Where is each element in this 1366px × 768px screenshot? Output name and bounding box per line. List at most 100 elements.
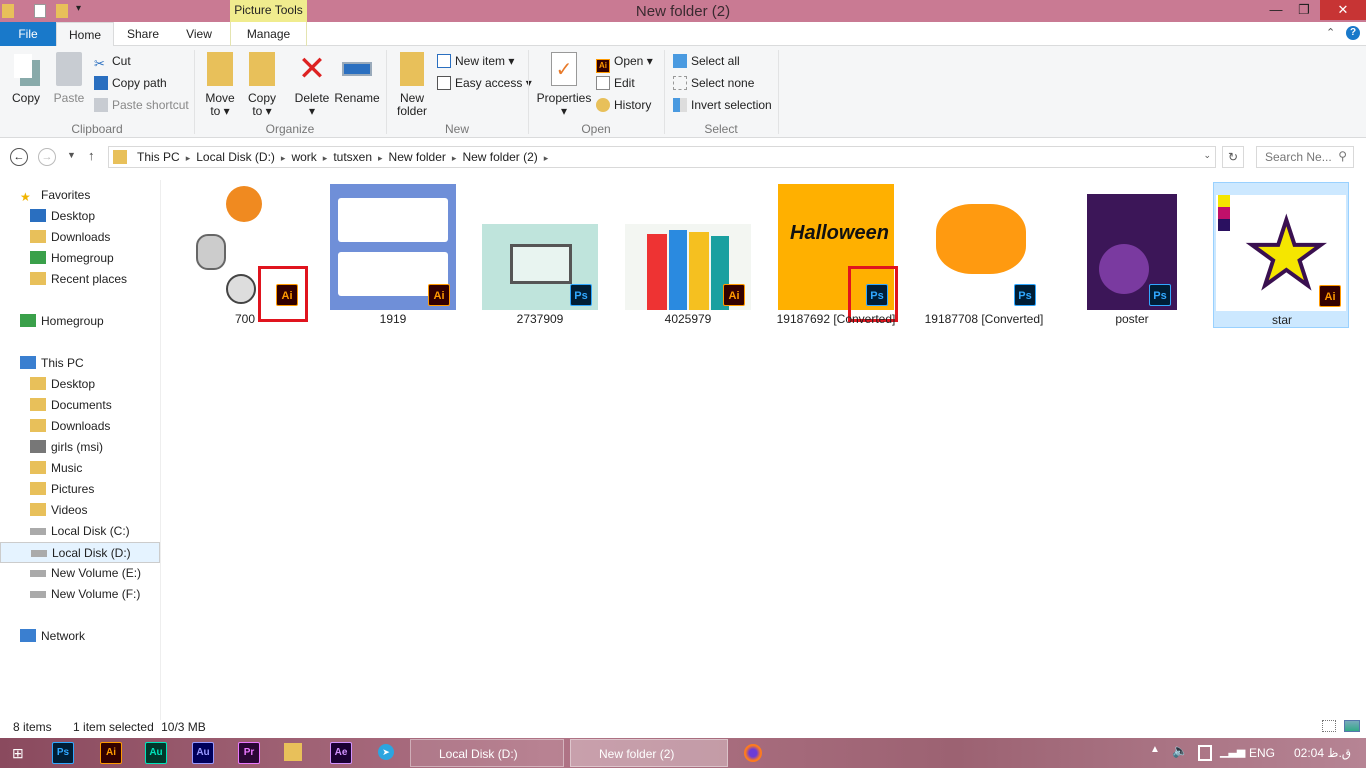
taskbar-app-icon[interactable]: Ai: [100, 742, 122, 764]
file-item[interactable]: Ai 700: [177, 182, 313, 328]
sidebar-item[interactable]: ★ Favorites: [0, 185, 160, 206]
file-item[interactable]: Halloween Ps 19187692 [Converted]: [768, 182, 904, 328]
file-item[interactable]: Ps 2737909: [472, 182, 608, 328]
show-hidden-icons-icon[interactable]: ▲: [1150, 744, 1160, 755]
sidebar-item[interactable]: Local Disk (C:): [0, 521, 160, 542]
breadcrumb-item[interactable]: New folder (2): [462, 147, 537, 167]
sidebar-item[interactable]: New Volume (E:): [0, 563, 160, 584]
tab-file[interactable]: File: [0, 22, 56, 46]
invert-selection-button[interactable]: Invert selection: [673, 96, 772, 114]
recent-locations-icon[interactable]: ▼: [67, 150, 76, 160]
history-button[interactable]: History: [596, 96, 651, 114]
sidebar-item[interactable]: Local Disk (D:): [0, 542, 160, 563]
rename-button[interactable]: Rename: [334, 52, 380, 105]
paste-shortcut-button[interactable]: Paste shortcut: [94, 96, 189, 114]
volume-icon[interactable]: 🔈: [1172, 743, 1188, 759]
copy-to-button[interactable]: Copy to ▾: [244, 52, 280, 118]
telegram-icon[interactable]: ➤: [378, 744, 394, 760]
sidebar-item[interactable]: Network: [0, 626, 160, 647]
taskbar-app-icon[interactable]: Pr: [238, 742, 260, 764]
taskbar-app-icon[interactable]: Ae: [330, 742, 352, 764]
sidebar-item[interactable]: Downloads: [0, 416, 160, 437]
sidebar-item[interactable]: Desktop: [0, 374, 160, 395]
sidebar-item[interactable]: Homegroup: [0, 311, 160, 332]
edit-button[interactable]: Edit: [596, 74, 635, 92]
up-button[interactable]: ↑: [88, 148, 95, 163]
breadcrumb-separator-icon[interactable]: ▸: [452, 148, 457, 168]
sidebar-item[interactable]: This PC: [0, 353, 160, 374]
sidebar-item[interactable]: girls (msi): [0, 437, 160, 458]
new-item-button[interactable]: New item ▾: [437, 52, 514, 70]
tab-manage[interactable]: Manage: [230, 22, 307, 46]
breadcrumb-separator-icon[interactable]: ▸: [186, 148, 191, 168]
signal-icon[interactable]: ▁▃▅: [1220, 745, 1245, 758]
search-input[interactable]: Search Ne... ⚲: [1256, 146, 1354, 168]
select-none-button[interactable]: Select none: [673, 74, 754, 92]
address-bar[interactable]: This PC ▸ Local Disk (D:) ▸ work ▸ tutsxen ▸ New…: [108, 146, 1216, 168]
breadcrumb-item[interactable]: This PC: [137, 147, 180, 167]
file-item[interactable]: Ai 4025979: [620, 182, 756, 328]
sidebar-item[interactable]: New Volume (F:): [0, 584, 160, 605]
sidebar-item[interactable]: Downloads: [0, 227, 160, 248]
file-item[interactable]: Ps 19187708 [Converted]: [916, 182, 1052, 328]
taskbar-app-icon[interactable]: Au: [192, 742, 214, 764]
sidebar-item[interactable]: Recent places: [0, 269, 160, 290]
copy-path-button[interactable]: Copy path: [94, 74, 167, 92]
maximize-button[interactable]: ❐: [1290, 0, 1318, 20]
select-all-button[interactable]: Select all: [673, 52, 740, 70]
language-indicator[interactable]: ENG: [1249, 746, 1275, 760]
start-button[interactable]: ⊞: [12, 746, 28, 760]
taskbar-window-new-folder[interactable]: New folder (2): [570, 739, 728, 767]
collapse-ribbon-icon[interactable]: ⌃: [1326, 26, 1335, 39]
scissors-icon: ✂: [94, 56, 105, 71]
breadcrumb-separator-icon[interactable]: ▸: [378, 148, 383, 168]
battery-icon[interactable]: [1198, 745, 1212, 761]
sidebar-item[interactable]: Documents: [0, 395, 160, 416]
firefox-icon[interactable]: [744, 744, 762, 762]
breadcrumb-item[interactable]: Local Disk (D:): [196, 147, 275, 167]
breadcrumb-item[interactable]: work: [291, 147, 316, 167]
tab-share[interactable]: Share: [116, 22, 170, 46]
taskbar-window-local-disk[interactable]: Local Disk (D:): [410, 739, 564, 767]
taskbar-app-icon[interactable]: Au: [145, 742, 167, 764]
new-folder-button[interactable]: New folder: [392, 52, 432, 118]
tab-view[interactable]: View: [172, 22, 226, 46]
file-item[interactable]: Ps poster: [1064, 182, 1200, 328]
tab-home[interactable]: Home: [56, 22, 114, 47]
sidebar-item[interactable]: Desktop: [0, 206, 160, 227]
customize-quick-access-icon[interactable]: ▾: [76, 3, 81, 14]
delete-button[interactable]: ✕ Delete ▾: [292, 52, 332, 118]
help-icon[interactable]: ?: [1346, 26, 1360, 40]
refresh-button[interactable]: ↻: [1222, 146, 1244, 168]
file-item[interactable]: Ai 1919: [325, 182, 461, 328]
easy-access-button[interactable]: Easy access ▾: [437, 74, 532, 92]
open-button[interactable]: Ai Open ▾: [596, 52, 653, 73]
copy-button[interactable]: Copy: [8, 52, 44, 105]
sidebar-item[interactable]: Music: [0, 458, 160, 479]
breadcrumb-separator-icon[interactable]: ▸: [281, 148, 286, 168]
breadcrumb-separator-icon[interactable]: ▸: [544, 148, 549, 168]
large-icons-view-icon[interactable]: [1344, 720, 1360, 732]
breadcrumb-item[interactable]: tutsxen: [333, 147, 372, 167]
file-item[interactable]: ★ Ai star: [1213, 182, 1349, 328]
clock[interactable]: 02:04 ق.ظ: [1294, 746, 1351, 760]
paste-button[interactable]: Paste: [50, 52, 88, 105]
move-to-button[interactable]: Move to ▾: [202, 52, 238, 118]
taskbar-app-icon[interactable]: Ps: [52, 742, 74, 764]
cut-button[interactable]: ✂ Cut: [94, 52, 131, 71]
properties-button[interactable]: ✓ Properties ▾: [536, 52, 592, 118]
properties-quick-icon[interactable]: [34, 4, 46, 18]
breadcrumb-item[interactable]: New folder: [389, 147, 446, 167]
details-view-icon[interactable]: [1322, 720, 1336, 732]
close-button[interactable]: ✕: [1320, 0, 1366, 20]
back-button[interactable]: ←: [10, 148, 28, 166]
minimize-button[interactable]: —: [1262, 0, 1290, 20]
sidebar-item[interactable]: Pictures: [0, 479, 160, 500]
file-explorer-taskbar-icon[interactable]: [284, 743, 302, 761]
sidebar-item[interactable]: Homegroup: [0, 248, 160, 269]
sidebar-item[interactable]: Videos: [0, 500, 160, 521]
breadcrumb-separator-icon[interactable]: ▸: [323, 148, 328, 168]
forward-button[interactable]: →: [38, 148, 56, 166]
address-dropdown-icon[interactable]: ⌄: [1203, 150, 1211, 161]
new-folder-quick-icon[interactable]: [56, 4, 68, 18]
